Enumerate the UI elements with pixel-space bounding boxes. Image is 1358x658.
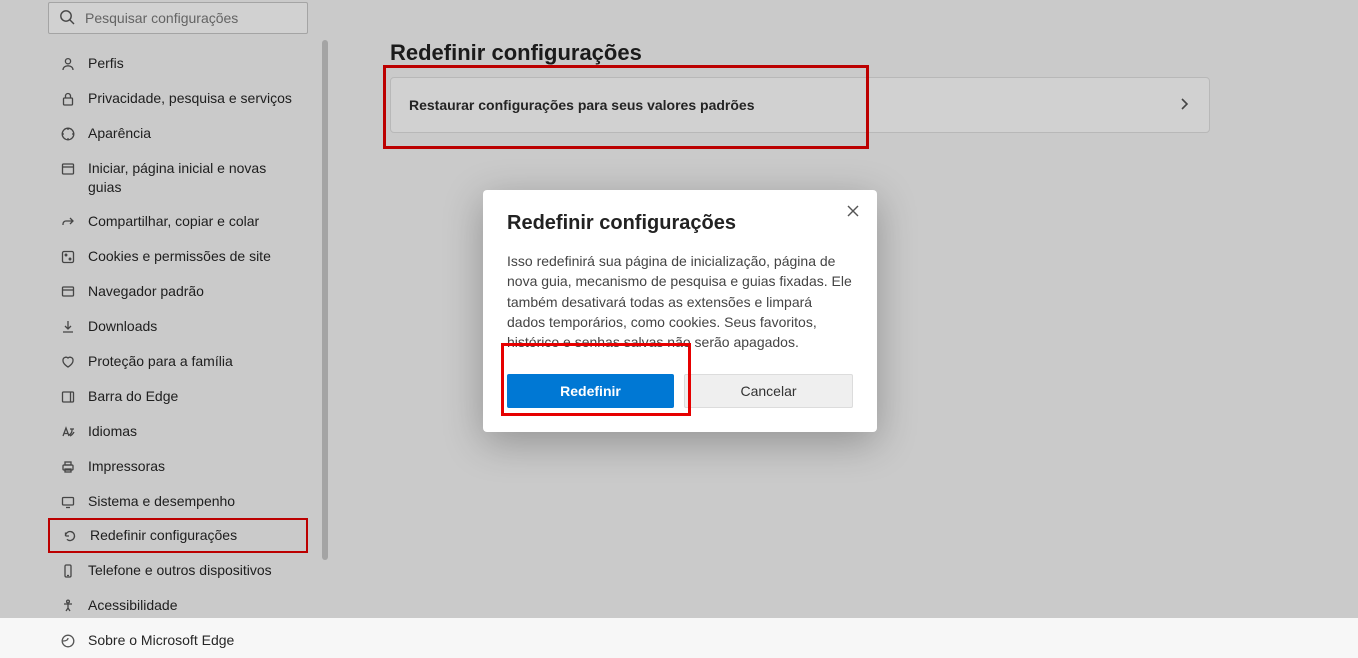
sidebar-item-reset[interactable]: Redefinir configurações <box>48 518 308 553</box>
sidebar: Pesquisar configurações Perfis Privacida… <box>0 0 330 618</box>
sidebar-item-label: Compartilhar, copiar e colar <box>88 212 296 231</box>
sidebar-item-start[interactable]: Iniciar, página inicial e novas guias <box>48 151 308 205</box>
dialog-buttons: Redefinir Cancelar <box>507 374 853 408</box>
sidebar-item-system[interactable]: Sistema e desempenho <box>48 484 308 519</box>
sidebar-scrollbar[interactable] <box>322 40 328 560</box>
sidebar-item-downloads[interactable]: Downloads <box>48 309 308 344</box>
sidebar-item-label: Acessibilidade <box>88 596 296 615</box>
close-icon <box>846 204 860 221</box>
profile-icon <box>60 56 76 72</box>
sidebar-item-share[interactable]: Compartilhar, copiar e colar <box>48 204 308 239</box>
sidebar-item-label: Idiomas <box>88 422 296 441</box>
sidebar-item-phone[interactable]: Telefone e outros dispositivos <box>48 553 308 588</box>
download-icon <box>60 319 76 335</box>
sidebar-item-about[interactable]: Sobre o Microsoft Edge <box>48 623 308 658</box>
reset-confirm-button[interactable]: Redefinir <box>507 374 674 408</box>
dialog-body: Isso redefinirá sua página de inicializa… <box>507 251 853 352</box>
sidebar-item-edge-bar[interactable]: Barra do Edge <box>48 379 308 414</box>
sidebar-item-label: Proteção para a família <box>88 352 296 371</box>
family-icon <box>60 354 76 370</box>
sidebar-item-label: Impressoras <box>88 457 296 476</box>
cookies-icon <box>60 249 76 265</box>
phone-icon <box>60 563 76 579</box>
sidebar-item-default-browser[interactable]: Navegador padrão <box>48 274 308 309</box>
cancel-button[interactable]: Cancelar <box>684 374 853 408</box>
dialog-title: Redefinir configurações <box>507 212 853 235</box>
dialog-close-button[interactable] <box>843 202 863 222</box>
sidebar-item-profiles[interactable]: Perfis <box>48 46 308 81</box>
sidebar-item-family[interactable]: Proteção para a família <box>48 344 308 379</box>
sidebar-item-label: Sobre o Microsoft Edge <box>88 631 296 650</box>
lock-icon <box>60 91 76 107</box>
sidebar-item-label: Iniciar, página inicial e novas guias <box>88 159 296 197</box>
system-icon <box>60 494 76 510</box>
sidebar-item-printers[interactable]: Impressoras <box>48 449 308 484</box>
sidebar-item-label: Perfis <box>88 54 296 73</box>
sidebar-item-cookies[interactable]: Cookies e permissões de site <box>48 239 308 274</box>
sidebar-item-label: Cookies e permissões de site <box>88 247 296 266</box>
sidebar-item-label: Aparência <box>88 124 296 143</box>
sidebar-icon <box>60 389 76 405</box>
search-placeholder: Pesquisar configurações <box>85 10 238 26</box>
sidebar-nav: Perfis Privacidade, pesquisa e serviços … <box>48 46 330 658</box>
accessibility-icon <box>60 598 76 614</box>
sidebar-item-label: Redefinir configurações <box>90 526 294 545</box>
reset-icon <box>62 528 78 544</box>
sidebar-item-privacy[interactable]: Privacidade, pesquisa e serviços <box>48 81 308 116</box>
search-icon <box>59 9 75 28</box>
appearance-icon <box>60 126 76 142</box>
printer-icon <box>60 459 76 475</box>
page-title: Redefinir configurações <box>390 40 1298 66</box>
share-icon <box>60 214 76 230</box>
chevron-right-icon <box>1177 97 1191 114</box>
sidebar-item-languages[interactable]: Idiomas <box>48 414 308 449</box>
sidebar-item-label: Downloads <box>88 317 296 336</box>
language-icon <box>60 424 76 440</box>
sidebar-item-label: Barra do Edge <box>88 387 296 406</box>
search-input[interactable]: Pesquisar configurações <box>48 2 308 34</box>
start-icon <box>60 161 76 177</box>
reset-dialog: Redefinir configurações Isso redefinirá … <box>483 190 877 432</box>
sidebar-item-label: Navegador padrão <box>88 282 296 301</box>
sidebar-item-label: Telefone e outros dispositivos <box>88 561 296 580</box>
sidebar-item-label: Sistema e desempenho <box>88 492 296 511</box>
annotation-highlight-row <box>383 65 869 149</box>
edge-icon <box>60 633 76 649</box>
sidebar-item-appearance[interactable]: Aparência <box>48 116 308 151</box>
sidebar-item-label: Privacidade, pesquisa e serviços <box>88 89 296 108</box>
browser-icon <box>60 284 76 300</box>
